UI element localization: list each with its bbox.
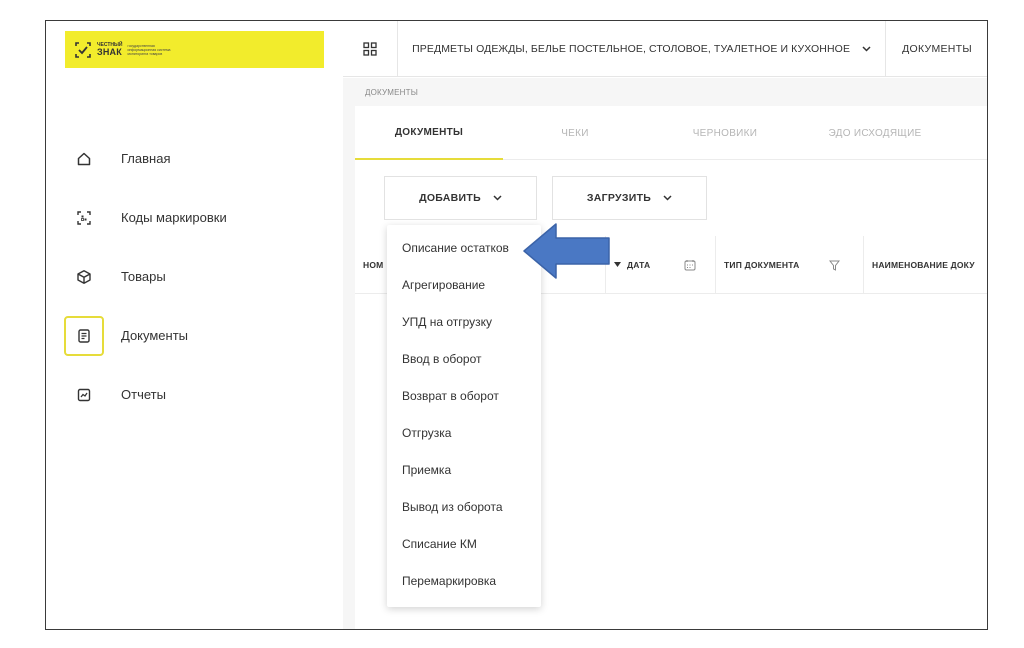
menu-item-stock-description[interactable]: Описание остатков — [402, 241, 509, 255]
logo-tagline: государственная информационная система м… — [127, 43, 171, 56]
menu-item-introduce[interactable]: Ввод в оборот — [402, 352, 482, 366]
upload-button[interactable]: ЗАГРУЗИТЬ — [552, 176, 707, 220]
documents-nav-label: ДОКУМЕНТЫ — [902, 42, 972, 55]
sidebar-item-products[interactable]: Товары — [46, 247, 343, 306]
logo[interactable]: ЧЕСТНЫЙ ЗНАК государственная информацион… — [65, 31, 324, 68]
menu-item-acceptance[interactable]: Приемка — [402, 463, 451, 477]
sidebar-nav: Главная Коды маркировки Товары Документы — [46, 129, 343, 424]
tab-receipts[interactable]: ЧЕКИ — [545, 106, 605, 160]
logo-mark-icon — [75, 41, 91, 58]
column-header-doc-type[interactable]: ТИП ДОКУМЕНТА — [716, 236, 864, 294]
sort-desc-icon — [614, 262, 621, 267]
tab-documents[interactable]: ДОКУМЕНТЫ — [355, 106, 503, 160]
sidebar-item-reports[interactable]: Отчеты — [46, 365, 343, 424]
home-icon — [64, 139, 104, 179]
calendar-icon[interactable] — [684, 259, 696, 271]
add-button[interactable]: ДОБАВИТЬ — [384, 176, 537, 220]
menu-item-writeoff-km[interactable]: Списание КМ — [402, 537, 477, 551]
column-header-doc-type-label: ТИП ДОКУМЕНТА — [724, 260, 800, 270]
sidebar-item-home[interactable]: Главная — [46, 129, 343, 188]
sidebar-item-codes[interactable]: Коды маркировки — [46, 188, 343, 247]
menu-item-aggregation[interactable]: Агрегирование — [402, 278, 485, 292]
documents-nav-link[interactable]: ДОКУМЕНТЫ — [886, 21, 987, 77]
apps-grid-button[interactable] — [343, 21, 399, 77]
sidebar-item-label: Документы — [121, 328, 189, 343]
chart-icon — [64, 375, 104, 415]
sidebar-item-documents[interactable]: Документы — [46, 306, 343, 365]
sidebar: ЧЕСТНЫЙ ЗНАК государственная информацион… — [46, 21, 343, 629]
column-header-name[interactable]: НАИМЕНОВАНИЕ ДОКУ — [864, 236, 987, 294]
sidebar-item-label: Товары — [121, 269, 166, 284]
top-bar: ПРЕДМЕТЫ ОДЕЖДЫ, БЕЛЬЕ ПОСТЕЛЬНОЕ, СТОЛО… — [343, 21, 987, 77]
column-header-date-label: ДАТА — [627, 260, 651, 270]
apps-grid-icon — [363, 41, 377, 56]
upload-button-label: ЗАГРУЗИТЬ — [586, 192, 652, 204]
add-button-label: ДОБАВИТЬ — [419, 192, 481, 204]
category-select[interactable]: ПРЕДМЕТЫ ОДЕЖДЫ, БЕЛЬЕ ПОСТЕЛЬНОЕ, СТОЛО… — [398, 21, 887, 77]
add-dropdown-menu: Описание остатков Агрегирование УПД на о… — [387, 225, 541, 607]
qr-scan-icon — [64, 198, 104, 238]
pointer-arrow-icon — [523, 223, 610, 279]
sidebar-item-label: Главная — [121, 151, 171, 166]
chevron-down-icon — [493, 195, 502, 201]
tab-drafts[interactable]: ЧЕРНОВИКИ — [680, 106, 770, 160]
menu-item-withdrawal[interactable]: Вывод из оборота — [402, 500, 503, 514]
app-window: ЧЕСТНЫЙ ЗНАК государственная информацион… — [45, 20, 988, 630]
filter-icon[interactable] — [829, 260, 841, 271]
sidebar-item-label: Коды маркировки — [121, 210, 227, 225]
breadcrumb[interactable]: ДОКУМЕНТЫ — [365, 88, 418, 97]
menu-item-return[interactable]: Возврат в оборот — [402, 389, 499, 403]
column-header-date[interactable]: ДАТА — [606, 236, 716, 294]
menu-item-shipment[interactable]: Отгрузка — [402, 426, 451, 440]
chevron-down-icon — [663, 195, 672, 201]
tab-bar: ДОКУМЕНТЫ ЧЕКИ ЧЕРНОВИКИ ЭДО ИСХОДЯЩИЕ — [355, 106, 987, 160]
sidebar-item-label: Отчеты — [121, 387, 166, 402]
document-icon — [64, 315, 104, 356]
menu-item-upd-shipment[interactable]: УПД на отгрузку — [402, 315, 492, 329]
box-icon — [64, 257, 104, 297]
tab-edo-outgoing[interactable]: ЭДО ИСХОДЯЩИЕ — [823, 106, 927, 160]
chevron-down-icon — [862, 45, 871, 52]
menu-item-remarking[interactable]: Перемаркировка — [402, 574, 496, 588]
category-label: ПРЕДМЕТЫ ОДЕЖДЫ, БЕЛЬЕ ПОСТЕЛЬНОЕ, СТОЛО… — [412, 42, 851, 55]
logo-big-text: ЗНАК — [97, 46, 122, 57]
